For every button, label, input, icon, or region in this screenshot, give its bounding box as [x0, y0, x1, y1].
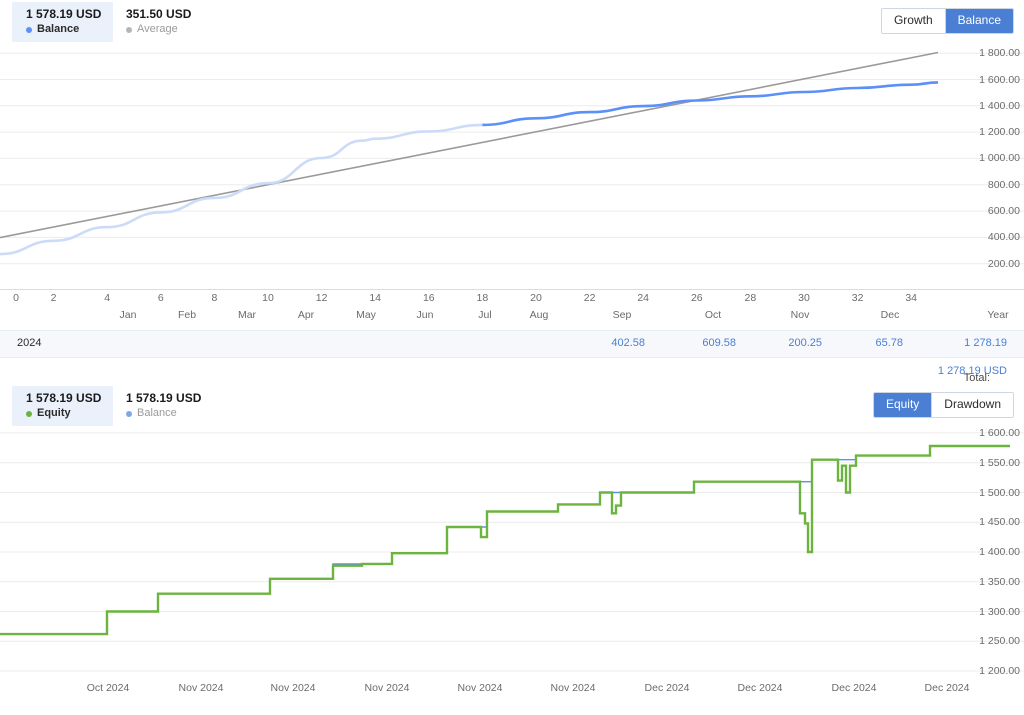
- monthly-results-table: 2024 402.58 609.58 200.25 65.78 1 278.19…: [0, 330, 1024, 384]
- legend-average-name: Average: [126, 23, 191, 36]
- tab-drawdown[interactable]: Drawdown: [931, 393, 1013, 417]
- x-tick-month: Mar: [237, 309, 257, 321]
- table-cell-year: 1 278.19: [964, 337, 1007, 349]
- x-tick-month: Jun: [416, 309, 434, 321]
- x-tick-label: Dec 2024: [644, 682, 690, 694]
- x-tick-month: Aug: [529, 309, 549, 321]
- balance-dot-icon: [126, 410, 132, 417]
- legend-average[interactable]: 351.50 USD Average: [112, 2, 203, 42]
- x-tick-number: 20: [530, 292, 542, 304]
- x-tick-number: 10: [262, 292, 274, 304]
- equity-panel: 1 578.19 USD Equity 1 578.19 USD Balance…: [0, 384, 1024, 699]
- x-tick-number: 12: [315, 292, 328, 304]
- table-total-row: Total: 1 278.19 USD: [0, 358, 1024, 384]
- growth-x-axis: 0 2 4 6 8 10 12 14 16 18 20 22 24 26 28 30 32 34 Jan Feb Mar…: [0, 290, 1024, 330]
- x-tick-label: Nov 2024: [178, 682, 224, 694]
- x-tick-month: Jul: [478, 309, 492, 321]
- legend-equity-balance[interactable]: 1 578.19 USD Balance: [112, 386, 213, 426]
- equity-chart: 1 600.00 1 550.00 1 500.00 1 450.00 1 400.00…: [0, 424, 1024, 677]
- legend-average-value: 351.50 USD: [126, 7, 192, 21]
- table-row[interactable]: 2024 402.58 609.58 200.25 65.78 1 278.19: [0, 330, 1024, 358]
- legend-balance[interactable]: 1 578.19 USD Balance: [12, 2, 114, 42]
- legend-balance-name: Balance: [26, 23, 101, 36]
- x-tick-number: 6: [157, 292, 164, 304]
- tab-balance[interactable]: Balance: [944, 9, 1013, 33]
- table-row-year: 2024: [17, 337, 42, 349]
- growth-legend-bar: 1 578.19 USD Balance 351.50 USD Average …: [0, 0, 1024, 42]
- tab-growth[interactable]: Growth: [881, 9, 945, 33]
- x-tick-month: Sep: [612, 309, 632, 321]
- x-tick-month: Feb: [177, 309, 197, 321]
- x-tick-label: Oct 2024: [86, 682, 130, 694]
- x-tick-number: 22: [583, 292, 596, 304]
- balance-dot-icon: [26, 26, 32, 33]
- table-cell-nov: 200.25: [788, 337, 822, 349]
- x-tick-number: 30: [798, 292, 810, 304]
- growth-chart-svg: [0, 51, 1024, 290]
- x-tick-month: Oct: [704, 309, 722, 321]
- equity-chart-svg: [0, 432, 1024, 672]
- x-tick-label: Nov 2024: [457, 682, 503, 694]
- x-tick-label: Nov 2024: [364, 682, 410, 694]
- legend-equity-balance-value: 1 578.19 USD: [126, 391, 202, 405]
- equity-dot-icon: [26, 410, 32, 417]
- legend-equity[interactable]: 1 578.19 USD Equity: [12, 386, 114, 426]
- x-tick-label: Nov 2024: [270, 682, 316, 694]
- average-dot-icon: [126, 26, 132, 33]
- legend-balance-value: 1 578.19 USD: [26, 7, 102, 21]
- table-cell-sep: 402.58: [611, 337, 645, 349]
- x-tick-month: Nov: [790, 309, 810, 321]
- equity-drawdown-toggle[interactable]: Equity Drawdown: [872, 392, 1014, 418]
- tab-equity[interactable]: Equity: [873, 393, 932, 417]
- x-tick-number: 18: [476, 292, 489, 304]
- legend-equity-name: Equity: [26, 407, 101, 420]
- x-tick-month: Jan: [119, 309, 137, 321]
- growth-balance-toggle[interactable]: Growth Balance: [880, 8, 1014, 34]
- legend-equity-balance-name: Balance: [126, 407, 201, 420]
- equity-x-axis: Oct 2024 Nov 2024 Nov 2024 Nov 2024 Nov 2024…: [0, 677, 1024, 699]
- table-cell-oct: 609.58: [702, 337, 736, 349]
- x-tick-number: 32: [851, 292, 864, 304]
- x-tick-number: 0: [13, 292, 19, 304]
- equity-legend-bar: 1 578.19 USD Equity 1 578.19 USD Balance…: [0, 384, 1024, 426]
- x-tick-label: Nov 2024: [550, 682, 596, 694]
- x-tick-month: Dec: [880, 309, 900, 321]
- x-tick-label: Dec 2024: [737, 682, 783, 694]
- legend-equity-value: 1 578.19 USD: [26, 391, 102, 405]
- x-tick-label: Dec 2024: [924, 682, 970, 694]
- table-total: Total: 1 278.19 USD: [937, 365, 1007, 384]
- x-tick-number: 8: [211, 292, 218, 304]
- x-tick-number: 14: [369, 292, 382, 304]
- x-tick-month: Apr: [297, 309, 315, 321]
- x-tick-number: 28: [744, 292, 757, 304]
- x-tick-number: 16: [422, 292, 435, 304]
- balance-growth-panel: 1 578.19 USD Balance 351.50 USD Average …: [0, 0, 1024, 384]
- x-tick-month: May: [356, 309, 376, 321]
- x-tick-number: 26: [690, 292, 703, 304]
- x-tick-label: Dec 2024: [831, 682, 877, 694]
- x-tick-number: 34: [905, 292, 918, 304]
- growth-chart: 1 800.00 1 600.00 1 400.00 1 200.00 1 000.00…: [0, 40, 1024, 290]
- table-cell-dec: 65.78: [875, 337, 903, 349]
- x-tick-number: 2: [50, 292, 57, 304]
- x-tick-number: 24: [637, 292, 650, 304]
- x-tick-number: 4: [104, 292, 111, 304]
- x-tick-month: Year: [987, 309, 1009, 321]
